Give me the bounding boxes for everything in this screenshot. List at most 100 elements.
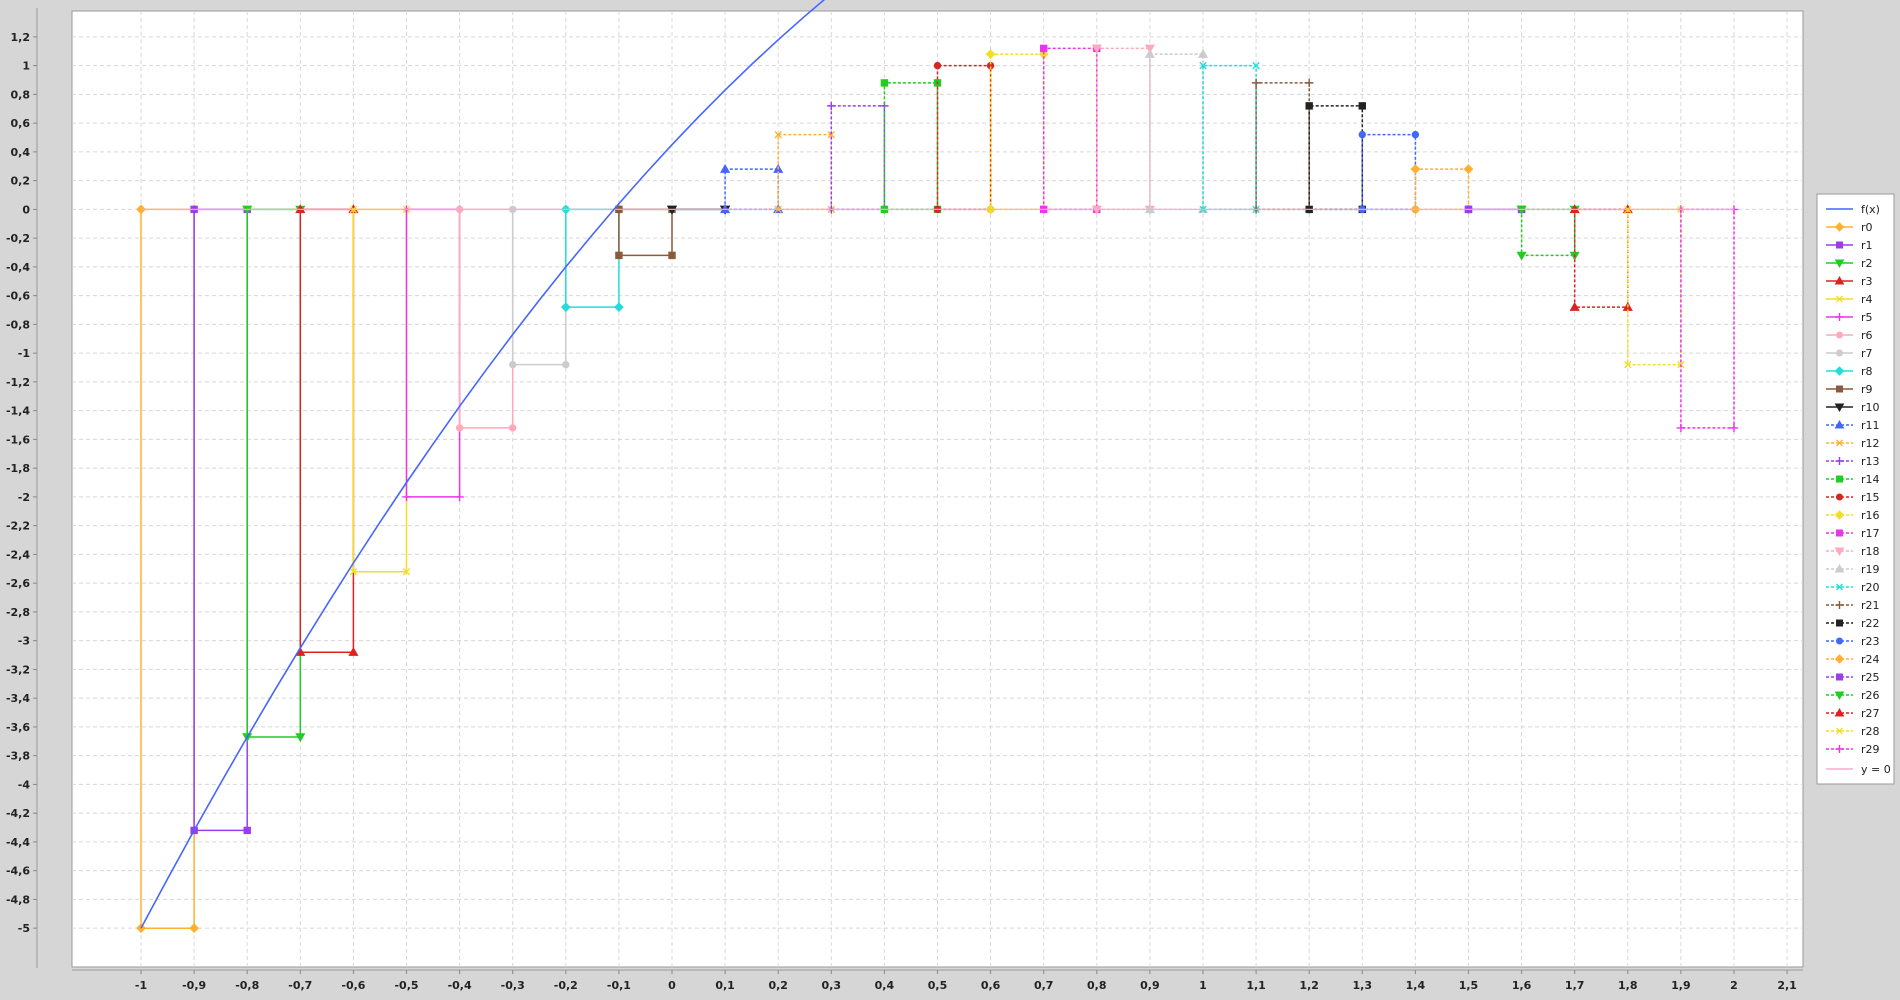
y-tick-label: -4,4 <box>6 836 30 849</box>
legend-swatch-marker <box>1836 619 1843 627</box>
y-tick-label: 0,4 <box>11 146 31 159</box>
legend-label: r18 <box>1861 545 1880 558</box>
legend-swatch-marker <box>1836 349 1843 357</box>
legend-label: r5 <box>1861 311 1873 324</box>
y-tick-label: -3,6 <box>6 721 30 734</box>
series-r22-point <box>1358 102 1366 110</box>
y-tick-label: -1 <box>18 347 30 360</box>
series-r23-point <box>1411 130 1420 139</box>
legend-label: r8 <box>1861 365 1873 378</box>
legend-swatch-marker <box>1836 673 1843 681</box>
legend-label: r3 <box>1861 275 1873 288</box>
legend-label: r2 <box>1861 257 1873 270</box>
x-tick-label: -0,2 <box>554 979 578 992</box>
y-tick-label: -5 <box>18 922 30 935</box>
series-r7-point <box>509 360 517 369</box>
legend-swatch-marker <box>1836 637 1843 645</box>
y-tick-label: -3,4 <box>6 692 30 705</box>
legend-label: r1 <box>1861 239 1873 252</box>
y-tick-label: 1 <box>22 60 30 73</box>
legend-label: r26 <box>1861 689 1880 702</box>
x-tick-label: 2 <box>1730 979 1738 992</box>
y-tick-label: -1,8 <box>6 462 30 475</box>
x-tick-label: 1,7 <box>1565 979 1585 992</box>
x-tick-label: -0,8 <box>235 979 259 992</box>
x-tick-label: 2,1 <box>1777 979 1797 992</box>
y-tick-label: 0,8 <box>11 88 31 101</box>
x-tick-label: 1 <box>1199 979 1207 992</box>
x-tick-label: 1,8 <box>1618 979 1638 992</box>
x-tick-label: 0,1 <box>715 979 735 992</box>
x-tick-label: 0,5 <box>928 979 948 992</box>
y-tick-label: -0,8 <box>6 318 30 331</box>
legend-label: r27 <box>1861 707 1880 720</box>
x-tick-label: 0,2 <box>768 979 788 992</box>
legend-swatch-marker <box>1836 331 1843 339</box>
legend-label: r9 <box>1861 383 1873 396</box>
legend-swatch-marker <box>1836 493 1843 501</box>
y-tick-label: -2,8 <box>6 606 30 619</box>
legend-label: r10 <box>1861 401 1880 414</box>
y-tick-label: -4 <box>18 778 31 791</box>
x-tick-label: -0,3 <box>501 979 525 992</box>
legend-swatch-marker <box>1836 529 1843 537</box>
legend-label: r6 <box>1861 329 1873 342</box>
series-r6-point <box>455 424 464 432</box>
legend-label: r25 <box>1861 671 1880 684</box>
y-tick-label: -1,6 <box>6 433 30 446</box>
series-r15-point <box>933 61 942 70</box>
x-tick-label: -0,5 <box>394 979 418 992</box>
y-tick-label: -2,4 <box>6 548 30 561</box>
legend-label: r22 <box>1861 617 1880 630</box>
x-tick-label: 0 <box>668 979 676 992</box>
legend-label: r11 <box>1861 419 1880 432</box>
legend-label: r14 <box>1861 473 1880 486</box>
x-tick-label: 0,7 <box>1034 979 1054 992</box>
riemann-sum-chart: -1 -0,9 -0,8 -0,7 -0,6 -0,5 -0,4 -0,3 -0,2 -0,1 0 0… <box>0 0 1900 1000</box>
x-tick-label: -1 <box>135 979 147 992</box>
series-r1-point <box>243 826 251 835</box>
x-tick-label: 0,3 <box>822 979 842 992</box>
y-tick-label: -0,4 <box>6 261 30 274</box>
y-tick-label: -2 <box>18 491 30 504</box>
legend-label: r12 <box>1861 437 1880 450</box>
y-tick-label: 0 <box>22 203 30 216</box>
series-r14-point <box>880 79 889 87</box>
y-tick-label: -3,2 <box>6 663 30 676</box>
y-tick-label: 1,2 <box>11 31 31 44</box>
legend-label: r20 <box>1861 581 1880 594</box>
x-tick-label: 1,9 <box>1671 979 1691 992</box>
x-tick-label: -0,1 <box>607 979 631 992</box>
y-tick-label: -1,4 <box>6 405 30 418</box>
legend-label: r0 <box>1861 221 1873 234</box>
legend-label: f(x) <box>1861 203 1880 216</box>
series-r6-point <box>509 424 517 432</box>
legend-label: r13 <box>1861 455 1880 468</box>
x-tick-label: 1,1 <box>1246 979 1266 992</box>
legend-label: y = 0 <box>1861 763 1891 776</box>
x-tick-label: -0,4 <box>448 979 472 992</box>
y-tick-label: -2,6 <box>6 577 30 590</box>
y-tick-label: -3 <box>18 635 30 648</box>
x-tick-label: 0,9 <box>1140 979 1160 992</box>
legend-label: r19 <box>1861 563 1880 576</box>
legend-label: r29 <box>1861 743 1880 756</box>
legend: f(x) r0 r1 r2 r3 r4 r5 r6 r7 r8 r9 r10 r11 r12 r13 r14 r… <box>1816 193 1895 785</box>
y-tick-label: -3,8 <box>6 750 30 763</box>
series-r23-point <box>1358 130 1366 139</box>
y-tick-label: -0,2 <box>6 232 30 245</box>
x-tick-label: 1,5 <box>1459 979 1479 992</box>
legend-swatch-marker <box>1836 475 1843 483</box>
x-tick-label: 1,6 <box>1512 979 1532 992</box>
x-tick-label: 1,4 <box>1406 979 1426 992</box>
series-r7-point <box>562 360 570 369</box>
x-tick-label: 1,2 <box>1299 979 1319 992</box>
legend-label: r17 <box>1861 527 1880 540</box>
x-tick-label: -0,6 <box>341 979 365 992</box>
legend-swatch-marker <box>1836 385 1843 393</box>
legend-swatch-marker <box>1836 241 1843 249</box>
y-tick-label: 0,2 <box>11 175 31 188</box>
x-tick-label: -0,9 <box>182 979 206 992</box>
y-tick-label: 0,6 <box>11 117 31 130</box>
y-tick-label: -4,2 <box>6 807 30 820</box>
